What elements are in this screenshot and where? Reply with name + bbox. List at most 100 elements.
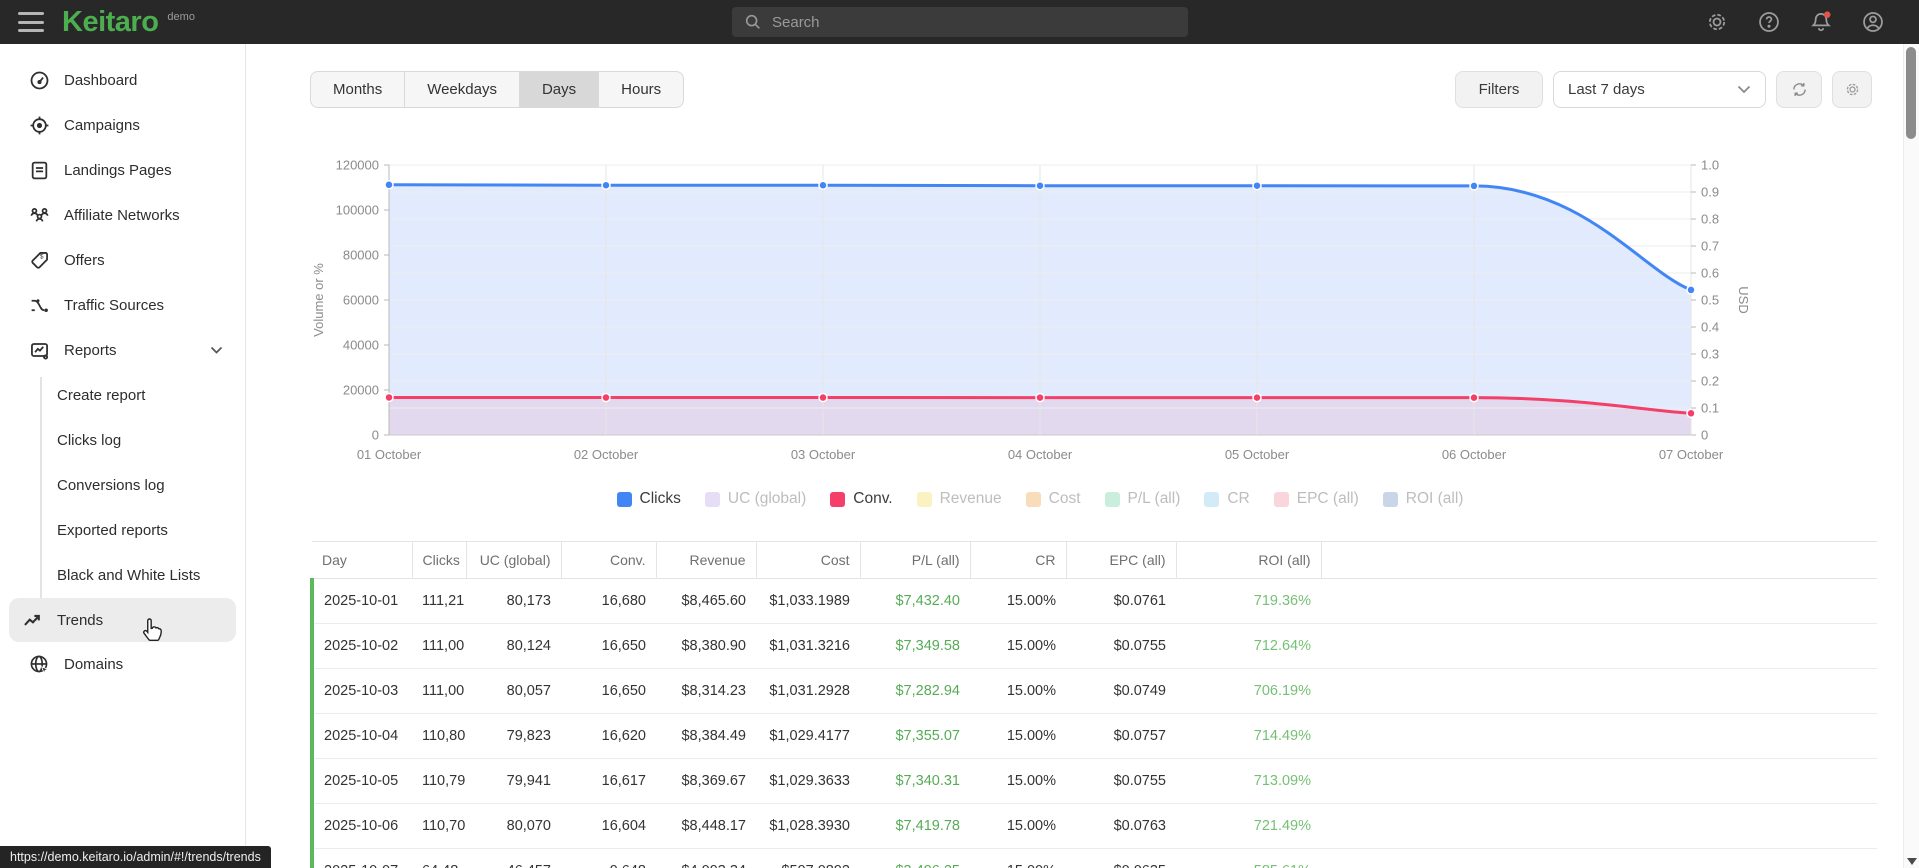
cell-value: 111,21 (412, 578, 466, 624)
sidebar-item-black-white-lists[interactable]: Black and White Lists (0, 553, 245, 598)
cell-value: 16,680 (561, 578, 656, 624)
sidebar-item-exported-reports[interactable]: Exported reports (0, 508, 245, 553)
column-header-cr[interactable]: CR (969, 541, 1066, 579)
cell-value: $1,029.3633 (756, 758, 860, 804)
sidebar-item-affiliate-networks[interactable]: Affiliate Networks (0, 193, 245, 238)
x-axis-label: 03 October (791, 447, 856, 462)
left-tick-label: 100000 (336, 203, 379, 218)
brand-logo: Keitaro (62, 5, 159, 38)
refresh-button[interactable] (1776, 71, 1822, 108)
conv-point[interactable] (818, 392, 828, 403)
clicks-point[interactable] (1686, 285, 1696, 295)
clicks-point[interactable] (384, 180, 394, 190)
target-icon (28, 115, 50, 137)
legend-item-cost[interactable]: Cost (1025, 490, 1081, 508)
legend-item-revenue[interactable]: Revenue (916, 490, 1002, 508)
column-header-conv[interactable]: Conv. (560, 541, 656, 579)
sidebar-item-clicks-log[interactable]: Clicks log (0, 418, 245, 463)
table-row: 2025-10-02 111,00 80,124 16,650 $8,380.90 $1,… (310, 623, 1877, 669)
legend-swatch (830, 491, 846, 507)
scrollbar-thumb[interactable] (1906, 47, 1916, 139)
tab-months[interactable]: Months (311, 72, 404, 107)
column-header-day[interactable]: Day (312, 541, 412, 579)
column-header-clicks[interactable]: Clicks (411, 541, 466, 579)
filters-button[interactable]: Filters (1455, 71, 1543, 108)
legend-item-roi-all[interactable]: ROI (all) (1382, 490, 1463, 508)
conv-point[interactable] (1469, 392, 1479, 403)
sidebar-item-campaigns[interactable]: Campaigns (0, 103, 245, 148)
tab-days[interactable]: Days (518, 72, 599, 107)
cell-value: $8,384.49 (656, 713, 756, 759)
legend-swatch (1025, 491, 1041, 507)
help-button[interactable] (1757, 10, 1781, 34)
conv-point[interactable] (1686, 408, 1696, 419)
cell-value: $7,340.31 (860, 758, 970, 804)
conv-point[interactable] (1252, 392, 1262, 403)
sidebar-item-landings-pages[interactable]: Landings Pages (0, 148, 245, 193)
sidebar-item-trends[interactable]: Trends (9, 598, 236, 642)
x-axis-label: 04 October (1008, 447, 1073, 462)
clicks-point[interactable] (1035, 180, 1045, 191)
clicks-point[interactable] (1469, 181, 1479, 191)
page-scrollbar[interactable] (1903, 44, 1919, 868)
cell-value: $8,314.23 (656, 668, 756, 714)
account-button[interactable] (1861, 10, 1885, 34)
legend-item-conv[interactable]: Conv. (830, 490, 893, 508)
sidebar-item-reports[interactable]: Reports (0, 328, 245, 373)
cell-value: $7,355.07 (860, 713, 970, 759)
column-header-cost[interactable]: Cost (755, 541, 860, 579)
chart-settings-button[interactable] (1832, 71, 1872, 108)
notifications-bell-button[interactable] (1809, 10, 1833, 34)
scrollbar-down-arrow[interactable] (1907, 858, 1917, 865)
hamburger-menu-button[interactable] (18, 12, 44, 32)
search-input[interactable] (772, 13, 1176, 31)
trends-chart: 0 20000 40000 60000 80000 100000 120000 0 0.1 0.2… (247, 120, 1903, 492)
sidebar-item-traffic-sources[interactable]: Traffic Sources (0, 283, 245, 328)
sidebar-item-domains[interactable]: Domains (0, 642, 245, 687)
clicks-point[interactable] (601, 180, 611, 190)
cell-value: $7,282.94 (860, 668, 970, 714)
left-tick-label: 120000 (336, 158, 379, 173)
legend-item-p-l-all[interactable]: P/L (all) (1104, 490, 1180, 508)
legend-item-cr[interactable]: CR (1204, 490, 1250, 508)
legend-label: Conv. (853, 490, 893, 507)
legend-item-clicks[interactable]: Clicks (616, 490, 681, 508)
legend-item-epc-all[interactable]: EPC (all) (1273, 490, 1359, 508)
cell-value (1321, 668, 1877, 714)
people-icon (28, 205, 50, 227)
column-header-p-l-all[interactable]: P/L (all) (859, 541, 970, 579)
column-header-roi-all[interactable]: ROI (all) (1175, 541, 1321, 579)
settings-gear-button[interactable] (1705, 10, 1729, 34)
sidebar-item-dashboard[interactable]: Dashboard (0, 58, 245, 103)
date-range-select[interactable]: Last 7 days (1553, 71, 1766, 108)
conv-point[interactable] (601, 392, 611, 403)
cell-value: 9,648 (561, 848, 656, 868)
conv-point[interactable] (1035, 392, 1045, 403)
column-header-revenue[interactable]: Revenue (655, 541, 756, 579)
clicks-point[interactable] (1252, 180, 1262, 191)
chevron-down-icon (1737, 81, 1751, 98)
cell-value: 80,173 (466, 578, 561, 624)
cell-value: 110,80 (412, 713, 466, 759)
cell-value: 15.00% (970, 758, 1066, 804)
conv-point[interactable] (384, 392, 394, 403)
sidebar-item-offers[interactable]: $ Offers (0, 238, 245, 283)
tab-hours[interactable]: Hours (598, 72, 683, 107)
left-tick-label: 80000 (343, 248, 379, 263)
sidebar-item-create-report[interactable]: Create report (0, 373, 245, 418)
sidebar-item-label: Affiliate Networks (64, 207, 180, 224)
column-header-epc-all[interactable]: EPC (all) (1065, 541, 1176, 579)
cell-value: $7,432.40 (860, 578, 970, 624)
sidebar-item-conversions-log[interactable]: Conversions log (0, 463, 245, 508)
tab-weekdays[interactable]: Weekdays (404, 72, 519, 107)
search-box[interactable] (732, 7, 1188, 37)
column-header-uc-global[interactable]: UC (global) (465, 541, 561, 579)
right-tick-label: 0.9 (1701, 185, 1719, 200)
cell-value: 110,70 (412, 803, 466, 849)
cell-value: 16,617 (561, 758, 656, 804)
cell-value: $0.0761 (1066, 578, 1176, 624)
cell-value: 15.00% (970, 623, 1066, 669)
legend-item-uc-global[interactable]: UC (global) (704, 490, 806, 508)
x-axis-label: 07 October (1659, 447, 1724, 462)
clicks-point[interactable] (818, 180, 828, 190)
